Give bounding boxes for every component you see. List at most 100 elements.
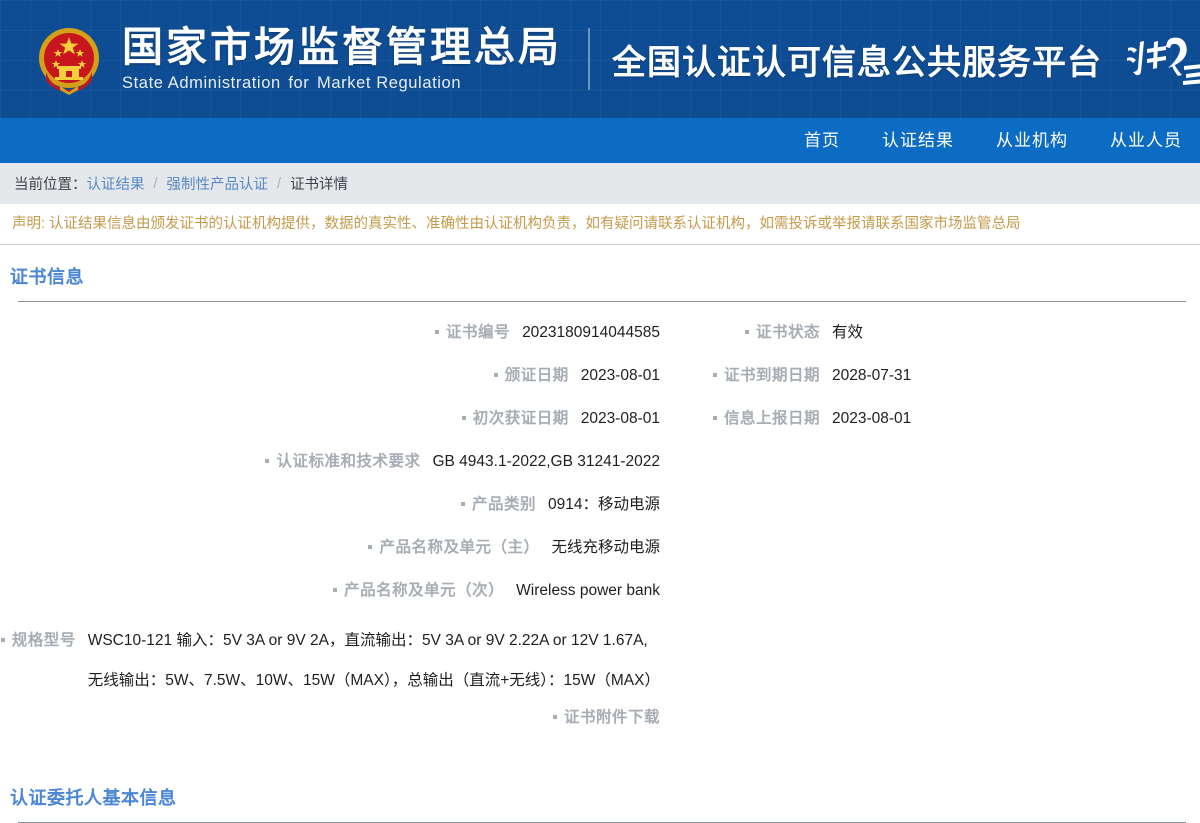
label-expiry-date-text: 证书到期日期 [723,367,820,384]
field-cert-status: 证书状态 有效 [660,320,1200,346]
info-row: 规格型号 WSC10-121 输入：5V 3A or 9V 2A，直流输出：5V… [0,621,1200,701]
field-spec-model: 规格型号 WSC10-121 输入：5V 3A or 9V 2A，直流输出：5V… [0,621,660,701]
bullet-icon [744,329,749,334]
spec-model-line-1: WSC10-121 输入：5V 3A or 9V 2A，直流输出：5V 3A o… [87,632,648,649]
field-issue-date: 颁证日期 2023-08-01 [0,363,660,389]
value-product-name-main: 无线充移动电源 [551,539,660,556]
field-attachment-download[interactable]: 证书附件下载 [0,705,660,731]
bullet-icon [712,415,717,420]
nav-item-home[interactable]: 首页 [783,118,861,163]
bullet-icon [712,372,717,377]
org-name-en-part1: State Administration [122,73,281,92]
breadcrumb: 当前位置： 认证结果 / 强制性产品认证 / 证书详情 [0,163,1200,204]
label-product-name-secondary-text: 产品名称及单元（次） [344,582,505,599]
bullet-icon [368,544,373,549]
value-cert-no: 2023180914044585 [522,324,660,341]
org-name-cn: 国家市场监督管理总局 [122,24,562,71]
label-product-name-main: 产品名称及单元（主） [368,535,539,561]
label-attachment-download: 证书附件下载 [552,705,660,731]
header-divider [588,28,590,90]
certificate-info-panel: 证书信息 证书编号 2023180914044585 证书状态 有效 颁证日期 … [0,245,1200,748]
client-info-panel: 认证委托人基本信息 [0,766,1200,823]
label-report-date-text: 信息上报日期 [723,410,820,427]
label-spec-model: 规格型号 [0,621,76,661]
label-product-category-text: 产品类别 [472,496,537,513]
org-name-en-part3: Market Regulation [317,73,462,92]
field-expiry-date: 证书到期日期 2028-07-31 [660,363,1200,389]
spec-model-line-2: 无线输出：5W、7.5W、10W、15W（MAX），总输出（直流+无线）：15W… [87,672,660,689]
label-cert-status-text: 证书状态 [755,324,820,341]
bullet-icon [265,458,270,463]
breadcrumb-prefix: 当前位置： [14,177,87,193]
value-spec-model: WSC10-121 输入：5V 3A or 9V 2A，直流输出：5V 3A o… [88,621,660,701]
org-name-en-part2: for [288,73,310,92]
label-cert-status: 证书状态 [660,320,820,346]
value-standards: GB 4943.1-2022,GB 31241-2022 [432,453,660,470]
label-cert-no: 证书编号 [435,320,510,346]
label-standards: 认证标准和技术要求 [265,449,420,475]
field-product-name-main: 产品名称及单元（主） 无线充移动电源 [0,535,660,561]
field-first-cert-date: 初次获证日期 2023-08-01 [0,406,660,432]
bullet-icon [0,637,5,642]
org-name-en: State Administration for Market Regulati… [122,74,562,93]
value-issue-date: 2023-08-01 [580,367,660,384]
breadcrumb-item-current: 证书详情 [290,177,349,193]
platform-title: 全国认证认可信息公共服务平台 [612,43,1102,82]
nav-item-certification-results[interactable]: 认证结果 [861,118,975,163]
value-product-category: 0914：移动电源 [548,496,660,513]
certificate-fields: 证书编号 2023180914044585 证书状态 有效 颁证日期 2023-… [0,302,1200,748]
field-cert-no: 证书编号 2023180914044585 [0,320,660,346]
field-report-date: 信息上报日期 2023-08-01 [660,406,1200,432]
breadcrumb-separator-2: / [277,175,282,192]
label-attachment-download-text: 证书附件下载 [563,709,660,726]
organization-names: 国家市场监督管理总局 State Administration for Mark… [122,25,562,92]
label-expiry-date: 证书到期日期 [660,363,820,389]
nav-item-personnel[interactable]: 从业人员 [1089,118,1200,163]
value-expiry-date: 2028-07-31 [832,367,912,384]
info-row: 证书附件下载 [0,705,1200,748]
info-row: 产品名称及单元（主） 无线充移动电源 [0,535,1200,578]
value-report-date: 2023-08-01 [832,410,912,427]
site-header: 国家市场监督管理总局 State Administration for Mark… [0,0,1200,118]
label-product-category: 产品类别 [461,492,536,518]
field-product-category: 产品类别 0914：移动电源 [0,492,660,518]
field-standards: 认证标准和技术要求 GB 4943.1-2022,GB 31241-2022 [0,449,660,475]
value-product-name-secondary: Wireless power bank [516,582,660,599]
label-issue-date-text: 颁证日期 [504,367,569,384]
status-badge: 有效 [832,324,864,341]
header-inner: 国家市场监督管理总局 State Administration for Mark… [0,20,1200,98]
section-title-certificate-info: 证书信息 [10,267,84,287]
nav-item-institutions[interactable]: 从业机构 [975,118,1089,163]
label-cert-no-text: 证书编号 [446,324,511,341]
label-product-name-main-text: 产品名称及单元（主） [379,539,540,556]
china-national-emblem-icon [30,20,108,98]
bullet-icon [493,372,498,377]
label-spec-model-text: 规格型号 [11,632,76,649]
main-navigation: 首页 认证结果 从业机构 从业人员 [0,118,1200,163]
info-row: 证书编号 2023180914044585 证书状态 有效 [0,320,1200,363]
info-row: 颁证日期 2023-08-01 证书到期日期 2028-07-31 [0,363,1200,406]
ren-yun-logo-icon [1120,28,1200,90]
bullet-icon [435,329,440,334]
bullet-icon [333,587,338,592]
info-row: 初次获证日期 2023-08-01 信息上报日期 2023-08-01 [0,406,1200,449]
bullet-icon [461,501,465,506]
label-report-date: 信息上报日期 [660,406,820,432]
field-product-name-secondary: 产品名称及单元（次） Wireless power bank [0,578,660,604]
info-row: 产品名称及单元（次） Wireless power bank [0,578,1200,621]
breadcrumb-item-ccc[interactable]: 强制性产品认证 [167,173,269,194]
label-first-cert-date-text: 初次获证日期 [472,410,569,427]
label-first-cert-date: 初次获证日期 [461,406,569,432]
bullet-icon [552,714,557,719]
info-row: 认证标准和技术要求 GB 4943.1-2022,GB 31241-2022 [0,449,1200,492]
breadcrumb-separator-1: / [153,175,158,192]
label-product-name-secondary: 产品名称及单元（次） [333,578,504,604]
section-title-client-info: 认证委托人基本信息 [10,788,177,808]
disclaimer-text: 声明: 认证结果信息由颁发证书的认证机构提供，数据的真实性、准确性由认证机构负责… [0,204,1200,245]
info-row: 产品类别 0914：移动电源 [0,492,1200,535]
label-issue-date: 颁证日期 [493,363,569,389]
label-standards-text: 认证标准和技术要求 [276,453,421,470]
value-first-cert-date: 2023-08-01 [580,410,660,427]
breadcrumb-item-certification-results[interactable]: 认证结果 [87,173,145,194]
bullet-icon [461,415,466,420]
